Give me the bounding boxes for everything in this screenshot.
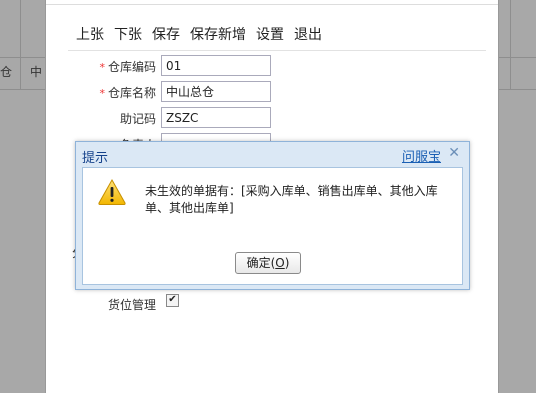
settings-button[interactable]: 设置 xyxy=(256,24,284,46)
background-divider xyxy=(20,0,21,90)
confirm-button-label: 确定 xyxy=(246,256,271,270)
warehouse-name-input[interactable] xyxy=(161,81,271,102)
confirm-button[interactable]: 确定(O) xyxy=(235,252,301,274)
warehouse-code-label: * 仓库编码 xyxy=(46,58,156,75)
location-mgmt-label: 货位管理 xyxy=(107,298,156,312)
background-cell: 仓 xyxy=(0,65,13,79)
warehouse-name-label: * 仓库名称 xyxy=(46,84,156,101)
mnemonic-label: 助记码 xyxy=(119,112,156,126)
checkmark-icon: ✔ xyxy=(168,294,177,305)
required-star: * xyxy=(99,61,105,74)
prev-record-button[interactable]: 上张 xyxy=(76,24,104,46)
location-mgmt-checkbox[interactable]: ✔ xyxy=(166,294,179,307)
dialog-title: 提示 xyxy=(82,151,109,166)
warning-triangle-icon xyxy=(98,178,126,205)
window-top-strip xyxy=(46,0,498,5)
dialog-message: 未生效的单据有：[采购入库单、销售出库单、其他入库单、其他出库单] xyxy=(145,184,438,215)
save-and-new-button[interactable]: 保存新增 xyxy=(190,24,246,46)
save-button[interactable]: 保存 xyxy=(152,24,180,46)
dialog-header: 提示 问服宝 ✕ xyxy=(76,142,469,166)
help-link[interactable]: 问服宝 xyxy=(402,146,441,165)
toolbar: 上张 下张 保存 保存新增 设置 退出 xyxy=(76,24,332,46)
warehouse-name-label-text: 仓库名称 xyxy=(107,86,156,100)
next-record-button[interactable]: 下张 xyxy=(114,24,142,46)
mnemonic-input[interactable] xyxy=(161,107,271,128)
background-divider xyxy=(510,0,511,90)
toolbar-divider xyxy=(68,50,486,51)
dialog-body: 未生效的单据有：[采购入库单、销售出库单、其他入库单、其他出库单] 确定(O) xyxy=(82,167,463,285)
prompt-dialog: 提示 问服宝 ✕ 未生效的单据有：[采购入库单、销售出库单、其他入库单、其他出库… xyxy=(75,141,470,290)
confirm-hotkey: O xyxy=(275,256,285,270)
required-star: * xyxy=(99,87,105,100)
background-cell: 中 xyxy=(30,65,43,79)
close-icon[interactable]: ✕ xyxy=(448,145,460,161)
warehouse-code-input[interactable] xyxy=(161,55,271,76)
warehouse-code-label-text: 仓库编码 xyxy=(107,60,156,74)
exit-button[interactable]: 退出 xyxy=(294,24,322,46)
